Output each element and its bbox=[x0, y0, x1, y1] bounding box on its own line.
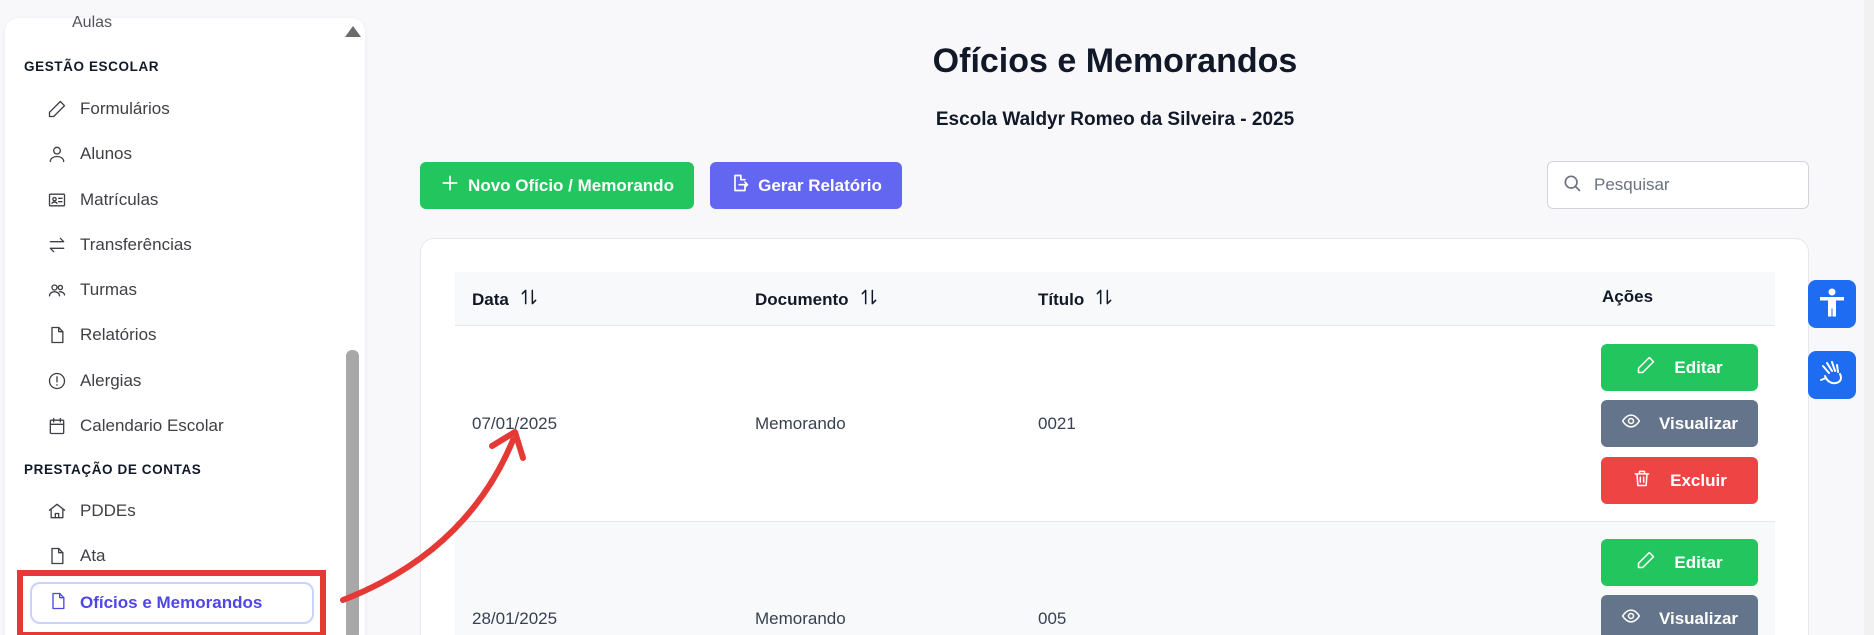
new-document-button[interactable]: Novo Ofício / Memorando bbox=[420, 162, 694, 209]
table-row-2-background bbox=[455, 522, 1775, 635]
file-icon bbox=[46, 324, 68, 346]
edit-button[interactable]: Editar bbox=[1601, 344, 1758, 391]
scrollbar-thumb[interactable] bbox=[346, 350, 359, 635]
view-label: Visualizar bbox=[1658, 608, 1739, 628]
edit-label: Editar bbox=[1674, 552, 1723, 572]
home-icon bbox=[46, 500, 68, 522]
sidebar-item-label: Formulários bbox=[80, 99, 170, 118]
alert-circle-icon bbox=[46, 370, 68, 392]
new-document-label: Novo Ofício / Memorando bbox=[468, 175, 674, 195]
sidebar-item-label: PDDEs bbox=[80, 501, 136, 520]
column-header-label: Data bbox=[472, 289, 509, 309]
accessibility-icon bbox=[1815, 285, 1849, 324]
pencil-icon bbox=[46, 98, 68, 120]
table-row-2-data: 28/01/2025 bbox=[472, 609, 558, 628]
sidebar-item-label: Alergias bbox=[80, 371, 142, 390]
section-heading-gestao-escolar: GESTÃO ESCOLAR bbox=[24, 59, 160, 74]
sidebar-item-alunos[interactable]: Alunos bbox=[46, 139, 132, 169]
search-input[interactable] bbox=[1594, 175, 1794, 195]
sidebar-item-turmas[interactable]: Turmas bbox=[46, 275, 137, 305]
delete-label: Excluir bbox=[1670, 470, 1727, 490]
sign-language-icon bbox=[1815, 356, 1849, 395]
edit-label: Editar bbox=[1674, 357, 1723, 377]
column-header-data[interactable]: Data bbox=[472, 287, 539, 312]
eye-icon bbox=[1621, 606, 1641, 631]
table-header bbox=[455, 272, 1775, 326]
search-icon bbox=[1562, 173, 1582, 198]
trash-icon bbox=[1632, 468, 1652, 493]
sidebar-item-label: Relatórios bbox=[80, 325, 157, 344]
column-header-acoes: Ações bbox=[1602, 287, 1653, 307]
sidebar-item-label: Alunos bbox=[80, 144, 132, 163]
table-row-1-data: 07/01/2025 bbox=[472, 414, 558, 433]
view-button[interactable]: Visualizar bbox=[1601, 595, 1758, 635]
sidebar-item-alergias[interactable]: Alergias bbox=[46, 366, 141, 396]
section-heading-prestacao-de-contas: PRESTAÇÃO DE CONTAS bbox=[24, 462, 202, 477]
sidebar-item-label: Transferências bbox=[80, 235, 192, 254]
school-name: Escola Waldyr Romeo da Silveira - 2025 bbox=[935, 109, 1295, 130]
calendar-icon bbox=[46, 415, 68, 437]
sidebar-item-label: Matrículas bbox=[80, 190, 159, 209]
table-row-2-documento: Memorando bbox=[755, 609, 846, 628]
column-header-label: Ações bbox=[1602, 287, 1654, 306]
file-export-icon bbox=[730, 173, 750, 198]
table-row-2-titulo: 005 bbox=[1038, 609, 1067, 628]
sort-icon[interactable] bbox=[859, 287, 879, 312]
column-header-titulo[interactable]: Título bbox=[1038, 287, 1114, 312]
sidebar-item-pddes[interactable]: PDDEs bbox=[46, 496, 136, 526]
sidebar-item-label: Calendario Escolar bbox=[80, 416, 224, 435]
table-row-1-titulo: 0021 bbox=[1038, 414, 1076, 433]
view-label: Visualizar bbox=[1658, 413, 1739, 433]
eye-icon bbox=[1621, 411, 1641, 436]
column-header-label: Título bbox=[1038, 289, 1085, 309]
id-card-icon bbox=[46, 189, 68, 211]
edit-button[interactable]: Editar bbox=[1601, 539, 1758, 586]
generate-report-button[interactable]: Gerar Relatório bbox=[710, 162, 902, 209]
generate-report-label: Gerar Relatório bbox=[758, 175, 882, 195]
column-header-documento[interactable]: Documento bbox=[755, 287, 879, 312]
sidebar-item-transferencias[interactable]: Transferências bbox=[46, 230, 192, 260]
pencil-icon bbox=[1636, 550, 1656, 575]
accessibility-button[interactable] bbox=[1808, 280, 1856, 328]
sidebar-item-label: Ata bbox=[80, 546, 106, 565]
file-icon bbox=[46, 545, 68, 567]
page-scrollbar[interactable] bbox=[1864, 0, 1874, 635]
sidebar-item-relatorios[interactable]: Relatórios bbox=[46, 320, 157, 350]
user-icon bbox=[46, 143, 68, 165]
sort-icon[interactable] bbox=[519, 287, 539, 312]
sidebar-item-ata[interactable]: Ata bbox=[46, 541, 106, 571]
page-title: Ofícios e Memorandos bbox=[932, 42, 1298, 80]
sidebar-item-matriculas[interactable]: Matrículas bbox=[46, 185, 158, 215]
search-box[interactable] bbox=[1547, 161, 1809, 209]
sign-language-button[interactable] bbox=[1808, 351, 1856, 399]
sidebar-item-formularios[interactable]: Formulários bbox=[46, 94, 170, 124]
scrollbar-up-arrow[interactable] bbox=[345, 26, 361, 37]
delete-button[interactable]: Excluir bbox=[1601, 457, 1758, 504]
users-icon bbox=[46, 279, 68, 301]
sidebar-item-aulas[interactable]: Aulas bbox=[72, 8, 112, 38]
view-button[interactable]: Visualizar bbox=[1601, 400, 1758, 447]
plus-icon bbox=[440, 173, 460, 198]
pencil-icon bbox=[1636, 355, 1656, 380]
sort-icon[interactable] bbox=[1094, 287, 1114, 312]
column-header-label: Documento bbox=[755, 289, 849, 309]
sidebar-item-calendario-escolar[interactable]: Calendario Escolar bbox=[46, 411, 224, 441]
sidebar-item-label: Aulas bbox=[72, 14, 113, 31]
table-row-1-documento: Memorando bbox=[755, 414, 846, 433]
transfer-icon bbox=[46, 234, 68, 256]
sidebar-item-label: Turmas bbox=[80, 280, 137, 299]
annotation-highlight-box bbox=[17, 570, 326, 635]
